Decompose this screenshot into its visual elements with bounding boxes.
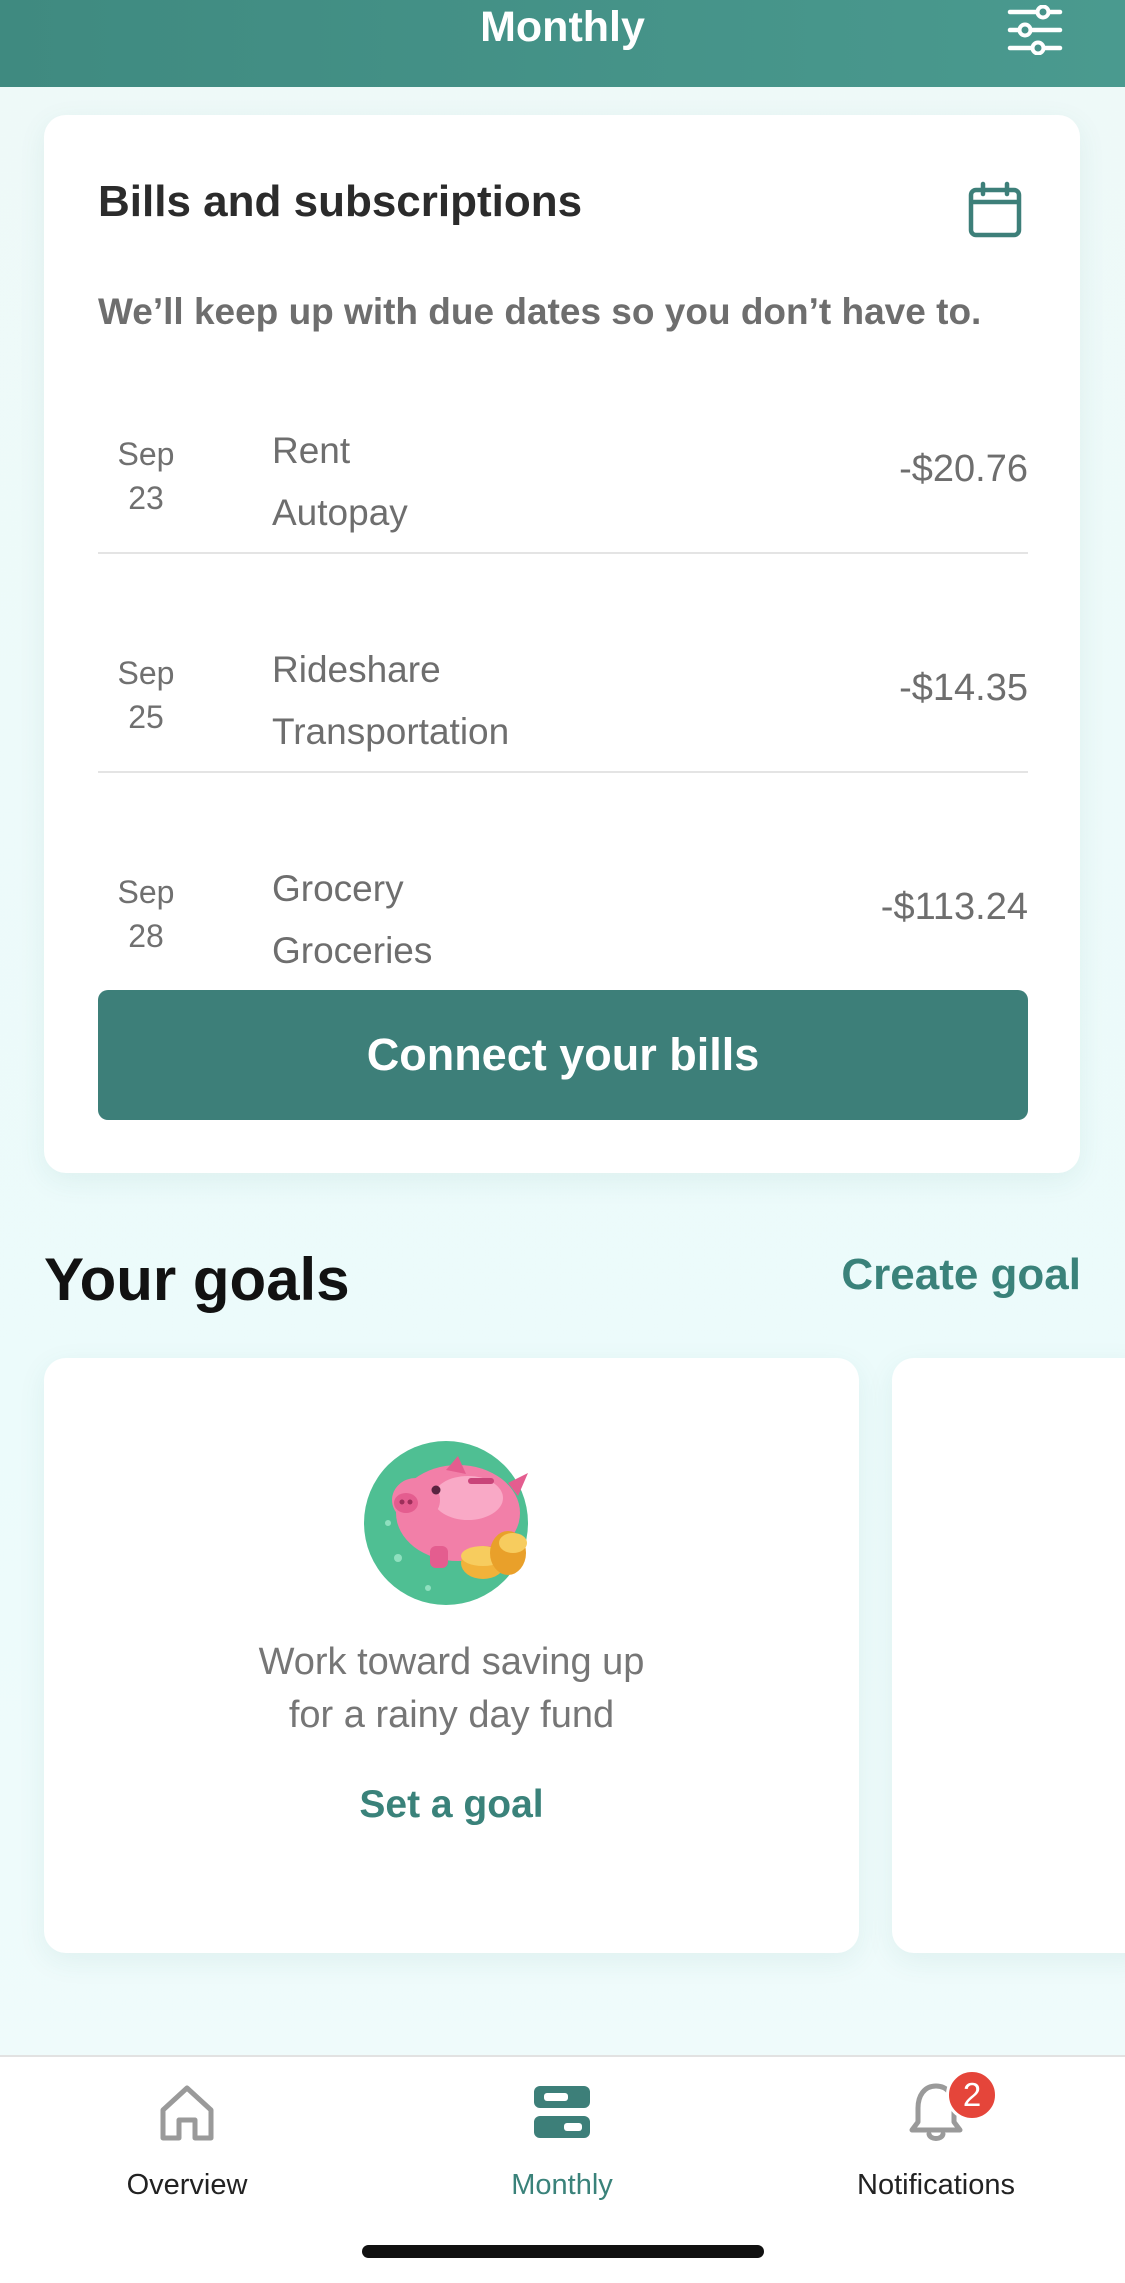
bill-month: Sep xyxy=(117,874,175,910)
bill-date: Sep 28 xyxy=(98,870,194,958)
calendar-icon xyxy=(968,181,1022,238)
goal-description-line: for a rainy day fund xyxy=(288,1694,615,1736)
bill-row[interactable]: Sep 25 Rideshare Transportation -$14.35 xyxy=(98,599,1028,817)
bill-date: Sep 23 xyxy=(98,432,194,520)
bill-info: Rideshare Transportation xyxy=(272,639,509,763)
bills-subtitle: We’ll keep up with due dates so you don’… xyxy=(98,291,982,332)
connect-bills-button[interactable]: Connect your bills xyxy=(98,990,1028,1120)
monthly-icon xyxy=(534,2086,590,2138)
filter-button[interactable] xyxy=(1005,0,1065,60)
calendar-button[interactable] xyxy=(966,181,1024,239)
bill-amount: -$113.24 xyxy=(880,886,1028,928)
header-bar: Monthly xyxy=(0,0,1125,87)
bill-info: Rent Autopay xyxy=(272,420,408,544)
bill-day: 23 xyxy=(128,480,164,516)
bill-day: 28 xyxy=(128,918,164,954)
bill-category: Autopay xyxy=(272,492,408,533)
page-title: Monthly xyxy=(480,3,645,51)
goal-description-line: Work toward saving up xyxy=(258,1641,645,1683)
piggy-bank-icon xyxy=(358,1428,548,1608)
tab-label: Notifications xyxy=(857,2169,1015,2201)
bill-amount: -$20.76 xyxy=(899,448,1028,490)
divider xyxy=(98,552,1028,554)
bills-title: Bills and subscriptions xyxy=(98,177,583,226)
home-indicator xyxy=(362,2245,764,2258)
bill-day: 25 xyxy=(128,699,164,735)
bills-card: Bills and subscriptions We’ll keep up wi… xyxy=(44,115,1080,1173)
bill-date: Sep 25 xyxy=(98,651,194,739)
sliders-icon xyxy=(1007,5,1063,55)
bill-category: Transportation xyxy=(272,711,510,752)
create-goal-link[interactable]: Create goal xyxy=(841,1250,1081,1300)
bill-name: Rent xyxy=(272,430,351,471)
bill-month: Sep xyxy=(117,436,175,472)
tab-label: Monthly xyxy=(511,2169,613,2201)
bill-name: Rideshare xyxy=(272,649,441,690)
goal-card-next[interactable] xyxy=(892,1358,1125,1953)
goal-card[interactable]: Work toward saving up for a rainy day fu… xyxy=(44,1358,859,1953)
bill-month: Sep xyxy=(117,655,175,691)
bill-info: Grocery Groceries xyxy=(272,858,432,982)
set-goal-link[interactable]: Set a goal xyxy=(44,1783,859,1827)
tab-notifications[interactable]: 2 Notifications xyxy=(806,2069,1066,2207)
bill-category: Groceries xyxy=(272,930,433,971)
divider xyxy=(98,771,1028,773)
bill-name: Grocery xyxy=(272,868,404,909)
notification-badge: 2 xyxy=(946,2069,998,2121)
tab-label: Overview xyxy=(126,2169,248,2201)
bill-row[interactable]: Sep 23 Rent Autopay -$20.76 xyxy=(98,380,1028,598)
goal-description: Work toward saving up for a rainy day fu… xyxy=(44,1636,859,1742)
tab-monthly[interactable]: Monthly xyxy=(432,2077,692,2207)
bill-amount: -$14.35 xyxy=(899,667,1028,709)
goals-title: Your goals xyxy=(44,1246,350,1313)
home-icon xyxy=(160,2085,214,2141)
tab-overview[interactable]: Overview xyxy=(57,2077,317,2207)
